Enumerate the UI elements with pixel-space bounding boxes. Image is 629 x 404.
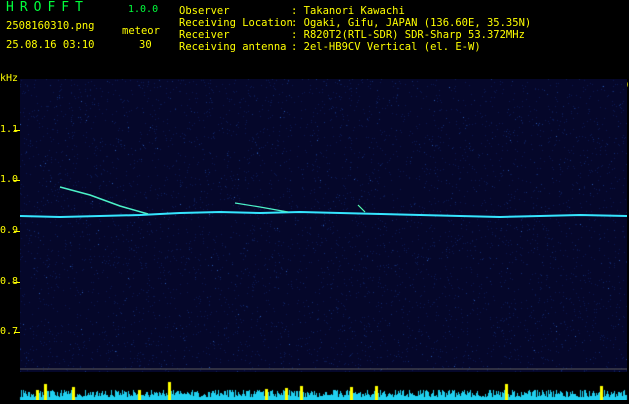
count-value: 30 [139, 39, 152, 51]
spectrogram-plot [20, 79, 627, 372]
app-version: 1.0.0 [128, 4, 159, 15]
datetime-label: 25.08.16 03:10 [6, 39, 95, 51]
antenna-value: : 2el-HB9CV Vertical (el. E-W) [291, 41, 481, 53]
filename-label: 2508160310.png [6, 20, 95, 32]
antenna-label: Receiving antenna [179, 41, 287, 53]
count-label: meteor [122, 25, 160, 37]
y-unit-label: kHz [0, 73, 19, 84]
signal-bars [0, 372, 629, 400]
app-name: HROFFT [6, 0, 89, 15]
carrier-trace [20, 210, 627, 219]
spectrogram-traces [20, 186, 627, 370]
header-panel: HROFFT 1.0.0 2508160310.png meteor 25.08… [0, 0, 629, 72]
meteor-trace [234, 202, 289, 213]
signal-strength-strip [0, 372, 629, 400]
meteor-trace [59, 186, 149, 215]
meteor-trace [357, 204, 366, 213]
